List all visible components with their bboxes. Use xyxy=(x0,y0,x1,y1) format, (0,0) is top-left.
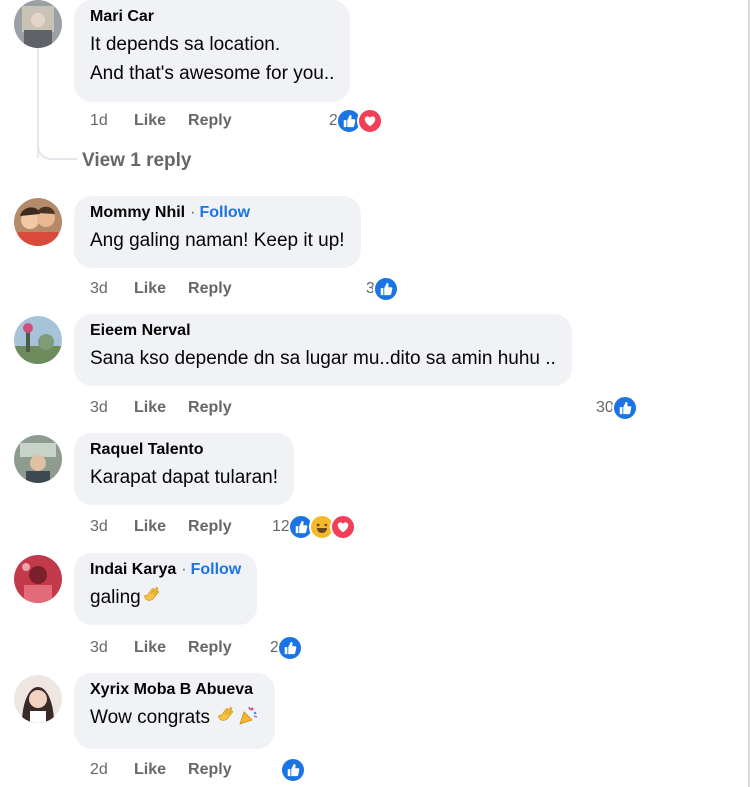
like-button[interactable]: Like xyxy=(134,399,166,417)
comment-author[interactable]: Mari Car xyxy=(90,8,154,26)
like-button[interactable]: Like xyxy=(134,639,166,657)
comment-timestamp[interactable]: 3d xyxy=(90,280,134,298)
comment-actions: 3d Like Reply xyxy=(90,636,254,660)
like-button[interactable]: Like xyxy=(134,280,166,298)
comment-text: Sana kso depende dn sa lugar mu..dito sa… xyxy=(90,348,556,369)
comment-actions: 3d Like Reply xyxy=(90,277,254,301)
like-button[interactable]: Like xyxy=(134,518,166,536)
comment-author[interactable]: Indai Karya xyxy=(90,561,176,579)
reply-button[interactable]: Reply xyxy=(188,112,232,130)
comment-bubble: Mari Car It depends sa location. And tha… xyxy=(74,0,351,102)
avatar[interactable] xyxy=(14,675,62,723)
reaction-summary[interactable]: 2 xyxy=(329,106,383,136)
comment-text-row: galing xyxy=(90,583,241,615)
comment-bubble: Raquel Talento Karapat dapat tularan! xyxy=(74,433,295,505)
love-icon xyxy=(356,108,383,134)
avatar[interactable] xyxy=(14,555,62,603)
avatar[interactable] xyxy=(14,198,62,246)
like-icon xyxy=(611,395,638,421)
like-icon xyxy=(280,757,306,783)
comment-author[interactable]: Eieem Nerval xyxy=(90,322,191,340)
comment-timestamp[interactable]: 3d xyxy=(90,399,134,417)
like-button[interactable]: Like xyxy=(134,112,166,130)
comment-text: galing xyxy=(90,587,141,608)
party-popper-icon xyxy=(237,704,259,735)
comment-bubble: Eieem Nerval Sana kso depende dn sa luga… xyxy=(74,314,572,386)
reaction-summary[interactable] xyxy=(280,755,306,785)
comment-text: Ang galing naman! Keep it up! xyxy=(90,230,345,251)
reply-button[interactable]: Reply xyxy=(188,518,232,536)
comment-text: And that's awesome for you.. xyxy=(90,63,335,84)
comment-actions: 3d Like Reply xyxy=(90,396,254,420)
comment-bubble: Indai Karya · Follow galing xyxy=(74,553,258,625)
comment-timestamp[interactable]: 1d xyxy=(90,112,134,130)
comment-author[interactable]: Raquel Talento xyxy=(90,441,204,459)
like-button[interactable]: Like xyxy=(134,761,166,779)
view-replies-link[interactable]: View 1 reply xyxy=(82,150,192,172)
comment-author[interactable]: Xyrix Moba B Abueva xyxy=(90,681,253,699)
love-icon xyxy=(329,514,356,540)
clapping-hands-icon xyxy=(141,584,163,615)
reply-button[interactable]: Reply xyxy=(188,399,232,417)
comment-actions: 3d Like Reply xyxy=(90,515,254,539)
comment-timestamp[interactable]: 3d xyxy=(90,518,134,536)
reply-button[interactable]: Reply xyxy=(188,280,232,298)
avatar[interactable] xyxy=(14,316,62,364)
reply-button[interactable]: Reply xyxy=(188,639,232,657)
comment-timestamp[interactable]: 2d xyxy=(90,761,134,779)
follow-button[interactable]: Follow xyxy=(191,561,242,579)
avatar[interactable] xyxy=(14,435,62,483)
reaction-summary[interactable]: 12 xyxy=(272,512,356,542)
like-icon xyxy=(372,276,399,302)
reaction-summary[interactable]: 3 xyxy=(366,274,399,304)
comment-text: Karapat dapat tularan! xyxy=(90,467,279,488)
comment-text: It depends sa location. xyxy=(90,34,281,55)
thread-elbow xyxy=(37,130,77,160)
comment-bubble: Xyrix Moba B Abueva Wow congrats xyxy=(74,673,276,749)
comment-actions: 2d Like Reply xyxy=(90,758,254,782)
reply-button[interactable]: Reply xyxy=(188,761,232,779)
like-icon xyxy=(276,635,303,661)
comment-text-row: Wow congrats xyxy=(90,703,259,735)
comment-text: Wow congrats xyxy=(90,707,216,728)
comment-actions: 1d Like Reply xyxy=(90,109,254,133)
separator-dot: · xyxy=(181,561,187,578)
comment-author[interactable]: Mommy Nhil xyxy=(90,204,185,222)
clapping-hands-icon xyxy=(215,704,237,735)
comment-timestamp[interactable]: 3d xyxy=(90,639,134,657)
separator-dot: · xyxy=(190,204,196,221)
reaction-summary[interactable]: 30 xyxy=(596,393,638,423)
reaction-summary[interactable]: 2 xyxy=(270,633,303,663)
avatar[interactable] xyxy=(14,0,62,48)
comment-bubble: Mommy Nhil · Follow Ang galing naman! Ke… xyxy=(74,196,361,268)
follow-button[interactable]: Follow xyxy=(199,204,250,222)
